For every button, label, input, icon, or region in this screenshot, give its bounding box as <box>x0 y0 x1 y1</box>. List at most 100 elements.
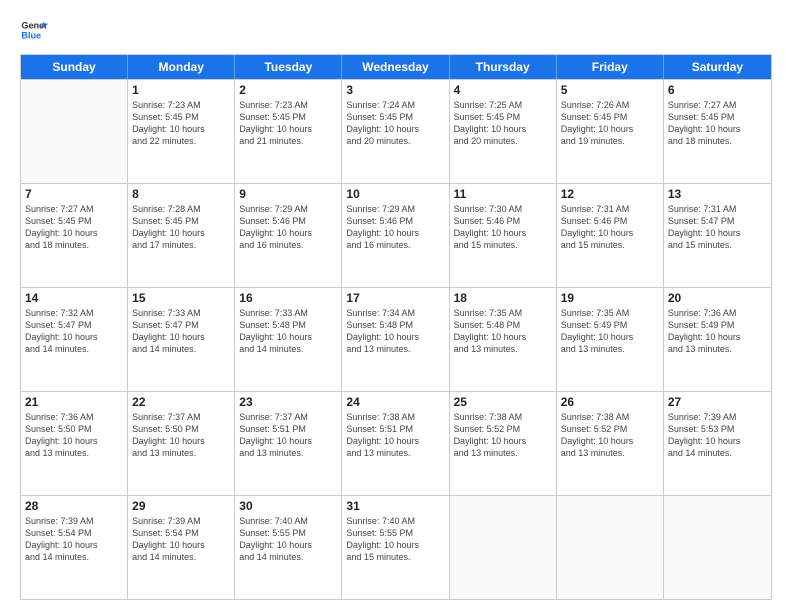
day-number: 17 <box>346 291 444 305</box>
calendar-cell: 23Sunrise: 7:37 AMSunset: 5:51 PMDayligh… <box>235 392 342 495</box>
calendar-cell: 4 Sunrise: 7:25 AMSunset: 5:45 PMDaylight… <box>450 80 557 183</box>
weekday-header: Monday <box>128 55 235 79</box>
cell-info: Sunrise: 7:26 AMSunset: 5:45 PMDaylight:… <box>561 99 659 148</box>
cell-info: Sunrise: 7:29 AMSunset: 5:46 PMDaylight:… <box>346 203 444 252</box>
day-number: 28 <box>25 499 123 513</box>
calendar-cell: 29 Sunrise: 7:39 AMSunset: 5:54 PMDayligh… <box>128 496 235 599</box>
calendar-cell <box>557 496 664 599</box>
cell-info: Sunrise: 7:31 AMSunset: 5:47 PMDaylight:… <box>668 203 767 252</box>
day-number: 12 <box>561 187 659 201</box>
calendar-cell: 21Sunrise: 7:36 AMSunset: 5:50 PMDayligh… <box>21 392 128 495</box>
calendar-cell: 27 Sunrise: 7:39 AMSunset: 5:53 PMDayligh… <box>664 392 771 495</box>
calendar-cell: 12Sunrise: 7:31 AMSunset: 5:46 PMDayligh… <box>557 184 664 287</box>
calendar-cell: 7 Sunrise: 7:27 AMSunset: 5:45 PMDaylight… <box>21 184 128 287</box>
day-number: 5 <box>561 83 659 97</box>
cell-info: Sunrise: 7:33 AMSunset: 5:47 PMDaylight:… <box>132 307 230 356</box>
calendar-cell: 30 Sunrise: 7:40 AMSunset: 5:55 PMDayligh… <box>235 496 342 599</box>
day-number: 1 <box>132 83 230 97</box>
day-number: 3 <box>346 83 444 97</box>
calendar-cell: 2Sunrise: 7:23 AMSunset: 5:45 PMDaylight… <box>235 80 342 183</box>
cell-info: Sunrise: 7:35 AMSunset: 5:49 PMDaylight:… <box>561 307 659 356</box>
cell-info: Sunrise: 7:39 AMSunset: 5:54 PMDaylight:… <box>25 515 123 564</box>
cell-info: Sunrise: 7:35 AMSunset: 5:48 PMDaylight:… <box>454 307 552 356</box>
day-number: 27 <box>668 395 767 409</box>
day-number: 19 <box>561 291 659 305</box>
cell-info: Sunrise: 7:27 AMSunset: 5:45 PMDaylight:… <box>668 99 767 148</box>
cell-info: Sunrise: 7:40 AMSunset: 5:55 PMDaylight:… <box>239 515 337 564</box>
calendar-row: 7 Sunrise: 7:27 AMSunset: 5:45 PMDaylight… <box>21 183 771 287</box>
calendar-cell <box>21 80 128 183</box>
calendar: SundayMondayTuesdayWednesdayThursdayFrid… <box>20 54 772 600</box>
weekday-header: Sunday <box>21 55 128 79</box>
cell-info: Sunrise: 7:34 AMSunset: 5:48 PMDaylight:… <box>346 307 444 356</box>
calendar-cell: 18Sunrise: 7:35 AMSunset: 5:48 PMDayligh… <box>450 288 557 391</box>
calendar-cell: 3 Sunrise: 7:24 AMSunset: 5:45 PMDaylight… <box>342 80 449 183</box>
calendar-cell <box>664 496 771 599</box>
calendar-cell <box>450 496 557 599</box>
day-number: 15 <box>132 291 230 305</box>
day-number: 8 <box>132 187 230 201</box>
calendar-cell: 17 Sunrise: 7:34 AMSunset: 5:48 PMDayligh… <box>342 288 449 391</box>
weekday-header: Wednesday <box>342 55 449 79</box>
calendar-cell: 13 Sunrise: 7:31 AMSunset: 5:47 PMDayligh… <box>664 184 771 287</box>
cell-info: Sunrise: 7:33 AMSunset: 5:48 PMDaylight:… <box>239 307 337 356</box>
cell-info: Sunrise: 7:29 AMSunset: 5:46 PMDaylight:… <box>239 203 337 252</box>
cell-info: Sunrise: 7:38 AMSunset: 5:51 PMDaylight:… <box>346 411 444 460</box>
cell-info: Sunrise: 7:39 AMSunset: 5:54 PMDaylight:… <box>132 515 230 564</box>
calendar-cell: 25Sunrise: 7:38 AMSunset: 5:52 PMDayligh… <box>450 392 557 495</box>
day-number: 13 <box>668 187 767 201</box>
cell-info: Sunrise: 7:30 AMSunset: 5:46 PMDaylight:… <box>454 203 552 252</box>
cell-info: Sunrise: 7:28 AMSunset: 5:45 PMDaylight:… <box>132 203 230 252</box>
calendar-body: 1 Sunrise: 7:23 AMSunset: 5:45 PMDaylight… <box>21 79 771 599</box>
svg-text:Blue: Blue <box>21 30 41 40</box>
calendar-cell: 6 Sunrise: 7:27 AMSunset: 5:45 PMDaylight… <box>664 80 771 183</box>
cell-info: Sunrise: 7:27 AMSunset: 5:45 PMDaylight:… <box>25 203 123 252</box>
cell-info: Sunrise: 7:23 AMSunset: 5:45 PMDaylight:… <box>132 99 230 148</box>
cell-info: Sunrise: 7:24 AMSunset: 5:45 PMDaylight:… <box>346 99 444 148</box>
calendar-cell: 28 Sunrise: 7:39 AMSunset: 5:54 PMDayligh… <box>21 496 128 599</box>
calendar-row: 21Sunrise: 7:36 AMSunset: 5:50 PMDayligh… <box>21 391 771 495</box>
page: General Blue SundayMondayTuesdayWednesda… <box>0 0 792 612</box>
day-number: 30 <box>239 499 337 513</box>
day-number: 6 <box>668 83 767 97</box>
weekday-header: Tuesday <box>235 55 342 79</box>
cell-info: Sunrise: 7:36 AMSunset: 5:50 PMDaylight:… <box>25 411 123 460</box>
cell-info: Sunrise: 7:25 AMSunset: 5:45 PMDaylight:… <box>454 99 552 148</box>
day-number: 20 <box>668 291 767 305</box>
calendar-cell: 11 Sunrise: 7:30 AMSunset: 5:46 PMDayligh… <box>450 184 557 287</box>
cell-info: Sunrise: 7:38 AMSunset: 5:52 PMDaylight:… <box>454 411 552 460</box>
day-number: 24 <box>346 395 444 409</box>
day-number: 7 <box>25 187 123 201</box>
day-number: 22 <box>132 395 230 409</box>
calendar-cell: 22 Sunrise: 7:37 AMSunset: 5:50 PMDayligh… <box>128 392 235 495</box>
weekday-header: Friday <box>557 55 664 79</box>
calendar-cell: 5 Sunrise: 7:26 AMSunset: 5:45 PMDaylight… <box>557 80 664 183</box>
cell-info: Sunrise: 7:32 AMSunset: 5:47 PMDaylight:… <box>25 307 123 356</box>
calendar-cell: 19 Sunrise: 7:35 AMSunset: 5:49 PMDayligh… <box>557 288 664 391</box>
calendar-cell: 26Sunrise: 7:38 AMSunset: 5:52 PMDayligh… <box>557 392 664 495</box>
cell-info: Sunrise: 7:37 AMSunset: 5:50 PMDaylight:… <box>132 411 230 460</box>
cell-info: Sunrise: 7:37 AMSunset: 5:51 PMDaylight:… <box>239 411 337 460</box>
day-number: 29 <box>132 499 230 513</box>
day-number: 26 <box>561 395 659 409</box>
calendar-cell: 1 Sunrise: 7:23 AMSunset: 5:45 PMDaylight… <box>128 80 235 183</box>
logo-icon: General Blue <box>20 16 48 44</box>
calendar-cell: 9 Sunrise: 7:29 AMSunset: 5:46 PMDaylight… <box>235 184 342 287</box>
calendar-cell: 15 Sunrise: 7:33 AMSunset: 5:47 PMDayligh… <box>128 288 235 391</box>
cell-info: Sunrise: 7:40 AMSunset: 5:55 PMDaylight:… <box>346 515 444 564</box>
weekday-header: Saturday <box>664 55 771 79</box>
calendar-header: SundayMondayTuesdayWednesdayThursdayFrid… <box>21 55 771 79</box>
calendar-row: 1 Sunrise: 7:23 AMSunset: 5:45 PMDaylight… <box>21 79 771 183</box>
calendar-row: 14 Sunrise: 7:32 AMSunset: 5:47 PMDayligh… <box>21 287 771 391</box>
cell-info: Sunrise: 7:39 AMSunset: 5:53 PMDaylight:… <box>668 411 767 460</box>
day-number: 31 <box>346 499 444 513</box>
day-number: 14 <box>25 291 123 305</box>
day-number: 9 <box>239 187 337 201</box>
weekday-header: Thursday <box>450 55 557 79</box>
header: General Blue <box>20 16 772 44</box>
calendar-cell: 20Sunrise: 7:36 AMSunset: 5:49 PMDayligh… <box>664 288 771 391</box>
cell-info: Sunrise: 7:23 AMSunset: 5:45 PMDaylight:… <box>239 99 337 148</box>
day-number: 4 <box>454 83 552 97</box>
day-number: 11 <box>454 187 552 201</box>
calendar-cell: 8 Sunrise: 7:28 AMSunset: 5:45 PMDaylight… <box>128 184 235 287</box>
